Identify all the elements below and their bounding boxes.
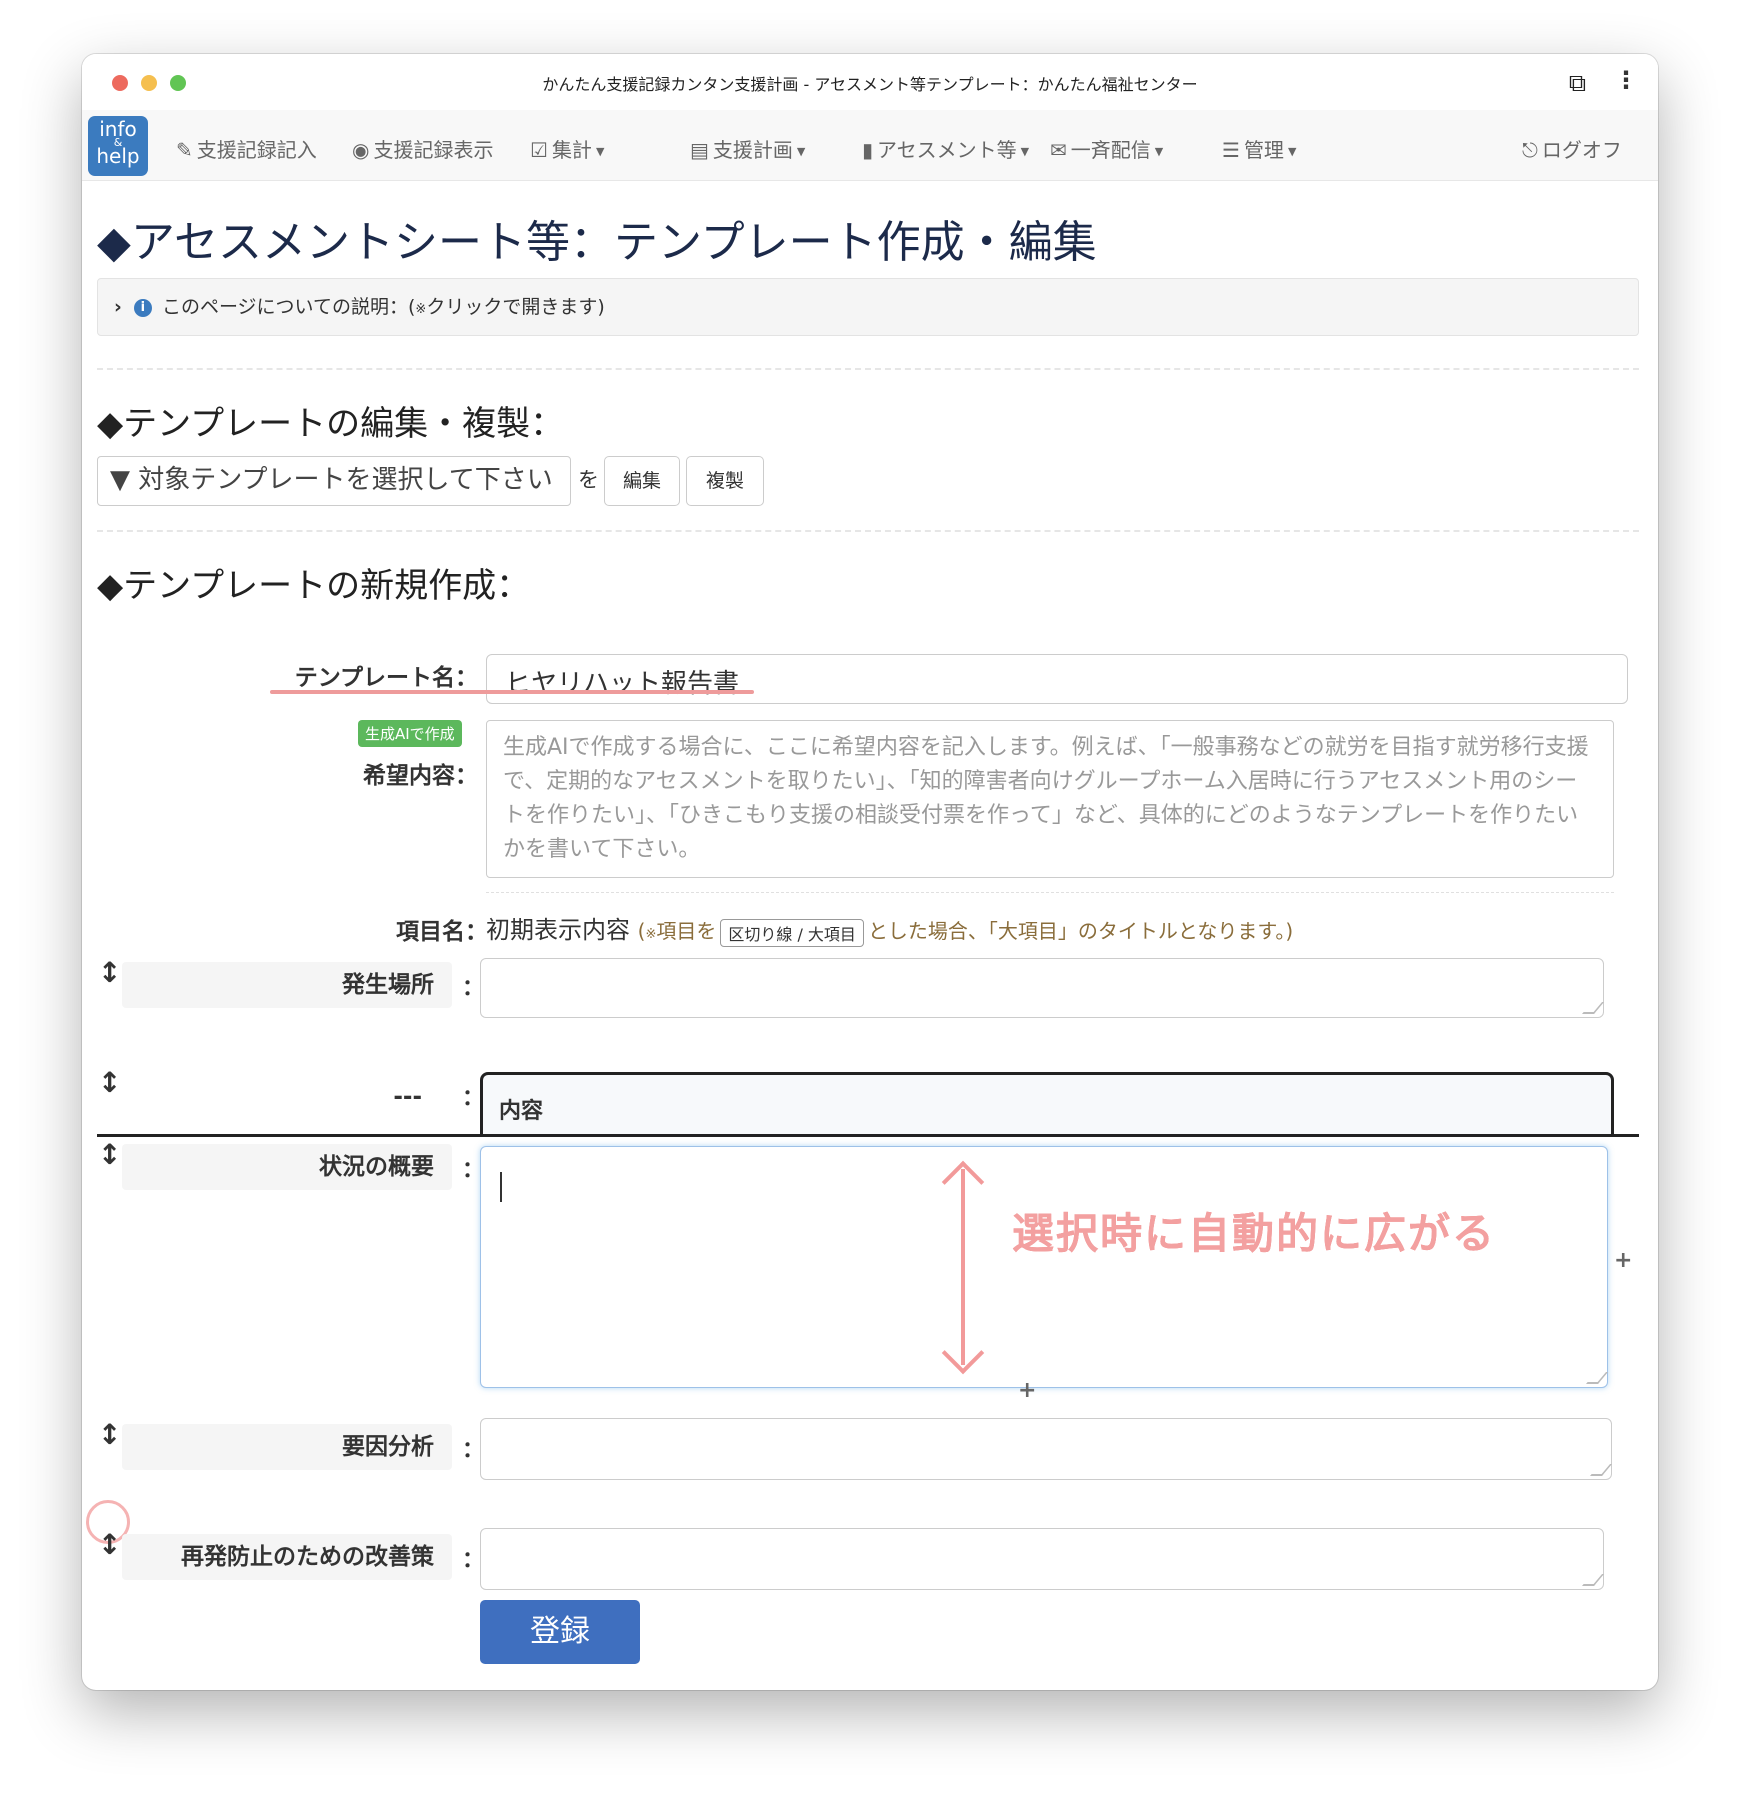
puzzle-icon[interactable]: ⧉: [1569, 69, 1586, 97]
resize-grip-icon[interactable]: [1585, 1372, 1609, 1384]
nav-aggregate[interactable]: ☑ 集計 ▼: [530, 134, 604, 163]
browser-window: かんたん支援記録カンタン支援計画 - アセスメント等テンプレート：かんたん福祉セ…: [82, 54, 1658, 1690]
expand-annotation: 選択時に自動的に広がる: [1012, 1209, 1497, 1258]
item-label[interactable]: ---: [272, 1084, 422, 1110]
nav-assessment[interactable]: ▮ アセスメント等 ▼: [862, 134, 1029, 163]
template-name-label: テンプレート名：: [294, 665, 478, 691]
template-name-input[interactable]: ヒヤリハット報告書: [486, 654, 1628, 704]
check-square-icon: ☑: [530, 138, 548, 162]
nav-support-plan[interactable]: ▤ 支援計画 ▼: [690, 134, 805, 163]
item-content-textarea[interactable]: [480, 1418, 1613, 1480]
copy-button[interactable]: 複製: [686, 456, 764, 506]
item-content-textarea[interactable]: [480, 1528, 1605, 1590]
item-content-textarea[interactable]: [480, 958, 1605, 1018]
item-content-textarea-focused[interactable]: [480, 1146, 1609, 1388]
caret-down-icon: ▼: [1020, 145, 1030, 158]
nav-broadcast[interactable]: ✉ 一斉配信 ▼: [1050, 134, 1163, 163]
list-icon: ☰: [1222, 138, 1240, 162]
tags-icon: ◆: [97, 217, 131, 268]
list-alt-icon: ▤: [690, 138, 709, 162]
edit-section-heading: ◆テンプレートの編集・複製：: [97, 404, 565, 444]
envelope-icon: ✉: [1050, 138, 1067, 162]
chevron-right-icon: ›: [114, 296, 122, 318]
initial-content-header: 初期表示内容 (※項目を 区切り線 / 大項目 とした場合、「大項目」のタイトルとな…: [486, 910, 1293, 947]
nav-admin[interactable]: ☰ 管理 ▼: [1222, 134, 1296, 163]
caret-down-icon: ▼: [595, 145, 605, 158]
nav-logout[interactable]: ⎋ ログオフ: [1522, 134, 1622, 163]
divider: [97, 368, 1639, 370]
drag-handle-icon[interactable]: ↕: [98, 1528, 121, 1561]
item-label[interactable]: 要因分析: [122, 1424, 452, 1470]
logout-icon: ⎋: [1522, 138, 1538, 162]
add-row-plus-icon[interactable]: +: [1018, 1378, 1036, 1403]
edit-button[interactable]: 編集: [604, 456, 680, 506]
text-cursor: [500, 1172, 502, 1202]
item-label[interactable]: 発生場所: [122, 962, 452, 1008]
caret-down-icon: ▼: [1154, 145, 1164, 158]
caret-down-icon: ▼: [796, 145, 806, 158]
highlight-underline: [270, 690, 754, 694]
tags-icon: ◆: [97, 566, 124, 606]
drag-handle-icon[interactable]: ↕: [98, 956, 121, 989]
wish-content-label: 希望内容：: [363, 763, 478, 789]
item-label[interactable]: 状況の概要: [122, 1144, 452, 1190]
title-bar: かんたん支援記録カンタン支援計画 - アセスメント等テンプレート：かんたん福祉セ…: [82, 54, 1658, 110]
section-divider-line: [97, 1134, 1639, 1137]
template-select[interactable]: ▼ 対象テンプレートを選択して下さい: [97, 456, 571, 506]
divider-kbd-label: 区切り線 / 大項目: [720, 918, 864, 947]
item-name-header: 項目名：: [396, 919, 488, 945]
add-column-plus-icon[interactable]: +: [1614, 1248, 1632, 1273]
window-title: かんたん支援記録カンタン支援計画 - アセスメント等テンプレート：かんたん福祉セ…: [542, 75, 1198, 94]
caret-down-icon: ▼: [1287, 145, 1297, 158]
info-help-logo[interactable]: info & help: [88, 116, 148, 176]
register-button[interactable]: 登録: [480, 1600, 640, 1664]
tags-icon: ◆: [97, 404, 124, 444]
nav-record-view[interactable]: ◉ 支援記録表示: [352, 134, 493, 163]
section-heading-textarea[interactable]: 内容: [480, 1072, 1614, 1134]
navbar: info & help ✎ 支援記録記入 ◉ 支援記録表示 ☑ 集計 ▼ ▤ 支援計画 ▼ …: [82, 110, 1658, 181]
item-label[interactable]: 再発防止のための改善策: [122, 1534, 452, 1580]
pencil-icon: ✎: [176, 138, 193, 162]
divider: [97, 530, 1639, 532]
resize-grip-icon[interactable]: [1581, 1002, 1605, 1014]
resize-grip-icon[interactable]: [1589, 1464, 1613, 1476]
info-circle-icon: i: [133, 298, 152, 317]
wish-content-textarea[interactable]: 生成AIで作成する場合に、ここに希望内容を記入します。例えば、「一般事務などの就…: [486, 720, 1614, 878]
drag-handle-icon[interactable]: ↕: [98, 1066, 121, 1099]
column-note: (※項目を 区切り線 / 大項目 とした場合、「大項目」のタイトルとなります。): [638, 918, 1293, 947]
wo-particle: を: [578, 468, 599, 492]
file-icon: ▮: [862, 138, 874, 162]
resize-grip-icon[interactable]: [1581, 1574, 1605, 1586]
more-vertical-icon[interactable]: ⋮: [1614, 66, 1638, 94]
new-section-heading: ◆テンプレートの新規作成：: [97, 566, 531, 606]
page-description-toggle[interactable]: › i このページについての説明：(※クリックで開きます): [97, 278, 1639, 336]
drag-handle-icon[interactable]: ↕: [98, 1138, 121, 1171]
drag-handle-icon[interactable]: ↕: [98, 1418, 121, 1451]
nav-record-entry[interactable]: ✎ 支援記録記入: [176, 134, 317, 163]
page-title: ◆アセスメントシート等：テンプレート作成・編集: [97, 217, 1097, 268]
eye-icon: ◉: [352, 138, 370, 162]
generative-ai-badge[interactable]: 生成AIで作成: [358, 720, 462, 747]
divider: [486, 892, 1614, 893]
